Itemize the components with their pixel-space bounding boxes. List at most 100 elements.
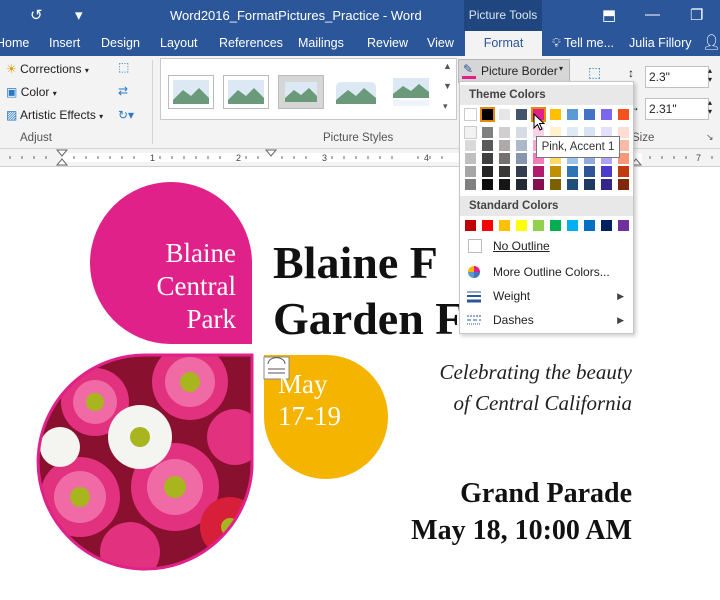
- customize-quick-access-icon[interactable]: ▾: [75, 6, 83, 24]
- theme-color-swatch[interactable]: [499, 140, 510, 151]
- theme-color-swatch[interactable]: [464, 126, 477, 139]
- change-picture-icon[interactable]: ⇄: [118, 84, 128, 98]
- width-spinner[interactable]: ▴ ▾: [708, 98, 712, 116]
- theme-color-swatch[interactable]: [499, 153, 510, 164]
- picture-style-4[interactable]: [333, 75, 379, 109]
- theme-color-swatch[interactable]: [584, 166, 595, 177]
- picture-border-button[interactable]: ✎ Picture Border ▾: [458, 59, 570, 83]
- theme-color-swatch[interactable]: [567, 179, 578, 190]
- height-spinner[interactable]: ▴ ▾: [708, 66, 712, 84]
- tab-references[interactable]: References: [219, 31, 283, 56]
- picture-style-2[interactable]: [223, 75, 269, 109]
- tab-design[interactable]: Design: [101, 31, 140, 56]
- theme-color-swatch[interactable]: [482, 166, 493, 177]
- standard-color-swatch[interactable]: [584, 220, 595, 231]
- minimize-icon[interactable]: —: [645, 6, 660, 23]
- theme-color-swatch[interactable]: [465, 179, 476, 190]
- theme-color-swatch[interactable]: [550, 109, 561, 120]
- shape-width-field[interactable]: 2.31": [645, 98, 709, 120]
- event-name: Grand Parade: [460, 478, 632, 509]
- reset-picture-icon[interactable]: ↻▾: [118, 108, 134, 122]
- theme-color-swatch[interactable]: [516, 166, 527, 177]
- standard-color-swatch[interactable]: [550, 220, 561, 231]
- theme-color-swatch[interactable]: [618, 179, 629, 190]
- tab-review[interactable]: Review: [367, 31, 408, 56]
- chevron-down-icon: ▾: [559, 64, 564, 73]
- weight-item[interactable]: Weight ▶: [460, 284, 633, 308]
- theme-color-swatch[interactable]: [464, 108, 477, 121]
- standard-color-swatch[interactable]: [601, 220, 612, 231]
- theme-color-swatch[interactable]: [601, 179, 612, 190]
- dashes-item[interactable]: Dashes ▶: [460, 308, 633, 332]
- theme-color-swatch[interactable]: [601, 109, 612, 120]
- shape-height-field[interactable]: 2.3": [645, 66, 709, 88]
- undo-icon[interactable]: ↺: [30, 6, 43, 24]
- theme-color-swatch[interactable]: [550, 179, 561, 190]
- theme-color-swatch[interactable]: [516, 179, 527, 190]
- theme-color-swatch[interactable]: [601, 166, 612, 177]
- theme-color-swatch[interactable]: [465, 140, 476, 151]
- theme-color-swatch[interactable]: [533, 166, 544, 177]
- theme-color-swatch[interactable]: [516, 127, 527, 138]
- theme-color-swatch[interactable]: [499, 179, 510, 190]
- title-line-2: Garden F: [273, 293, 464, 344]
- tab-layout[interactable]: Layout: [160, 31, 198, 56]
- theme-color-swatch[interactable]: [550, 166, 561, 177]
- picture-styles-gallery[interactable]: ▲ ▼ ▾: [160, 58, 457, 120]
- theme-color-swatch[interactable]: [584, 109, 595, 120]
- standard-color-swatch[interactable]: [482, 220, 493, 231]
- theme-color-swatch[interactable]: [618, 109, 629, 120]
- theme-color-swatch[interactable]: [499, 109, 510, 120]
- share-icon[interactable]: 👤︎: [702, 31, 720, 56]
- standard-color-swatch[interactable]: [499, 220, 510, 231]
- size-dialog-launcher-icon[interactable]: ↘: [706, 132, 714, 143]
- theme-color-swatch[interactable]: [567, 109, 578, 120]
- tell-me-search[interactable]: 💡︎ Tell me...: [552, 31, 614, 56]
- standard-color-swatch[interactable]: [516, 220, 527, 231]
- tab-view[interactable]: View: [427, 31, 454, 56]
- ribbon-display-options-icon[interactable]: ⬒: [602, 6, 616, 24]
- theme-color-swatch[interactable]: [499, 127, 510, 138]
- theme-color-swatch[interactable]: [499, 166, 510, 177]
- no-outline-item[interactable]: No Outline: [460, 234, 633, 258]
- theme-color-swatch[interactable]: [516, 109, 527, 120]
- flower-picture: [38, 355, 253, 569]
- user-name[interactable]: Julia Fillory: [629, 31, 692, 56]
- more-outline-colors-item[interactable]: More Outline Colors...: [460, 260, 633, 284]
- theme-color-swatch[interactable]: [482, 140, 493, 151]
- theme-color-swatch[interactable]: [465, 153, 476, 164]
- standard-color-swatch[interactable]: [567, 220, 578, 231]
- theme-color-swatch[interactable]: [482, 127, 493, 138]
- gallery-up-icon[interactable]: ▲: [443, 61, 452, 71]
- tab-mailings[interactable]: Mailings: [298, 31, 344, 56]
- gallery-down-icon[interactable]: ▼: [443, 81, 452, 91]
- tab-insert[interactable]: Insert: [49, 31, 80, 56]
- theme-color-swatch[interactable]: [584, 179, 595, 190]
- compress-pictures-icon[interactable]: ⬚: [118, 60, 129, 74]
- color-button[interactable]: ▣ Color ▾: [6, 85, 57, 99]
- theme-color-swatch[interactable]: [516, 153, 527, 164]
- tab-home[interactable]: Home: [0, 31, 29, 56]
- svg-text:2: 2: [236, 153, 241, 163]
- corrections-button[interactable]: ☀ Corrections ▾: [6, 62, 89, 76]
- park-badge-text: Blaine Central Park: [110, 237, 236, 336]
- theme-color-swatch[interactable]: [567, 166, 578, 177]
- theme-color-swatch[interactable]: [618, 166, 629, 177]
- picture-style-3[interactable]: [278, 75, 324, 109]
- theme-color-swatch[interactable]: [482, 153, 493, 164]
- standard-color-swatch[interactable]: [533, 220, 544, 231]
- gallery-more-icon[interactable]: ▾: [443, 101, 448, 112]
- artistic-effects-button[interactable]: ▨ Artistic Effects ▾: [6, 108, 103, 122]
- theme-color-swatch[interactable]: [516, 140, 527, 151]
- picture-style-1[interactable]: [168, 75, 214, 109]
- crop-icon[interactable]: ⬚: [588, 64, 601, 81]
- theme-color-swatch[interactable]: [480, 107, 495, 122]
- standard-color-swatch[interactable]: [618, 220, 629, 231]
- theme-color-swatch[interactable]: [482, 179, 493, 190]
- standard-color-swatch[interactable]: [465, 220, 476, 231]
- tab-format[interactable]: Format: [465, 31, 542, 56]
- theme-color-swatch[interactable]: [533, 179, 544, 190]
- restore-icon[interactable]: ❐: [690, 6, 703, 24]
- theme-color-swatch[interactable]: [465, 166, 476, 177]
- picture-style-5[interactable]: [388, 75, 434, 109]
